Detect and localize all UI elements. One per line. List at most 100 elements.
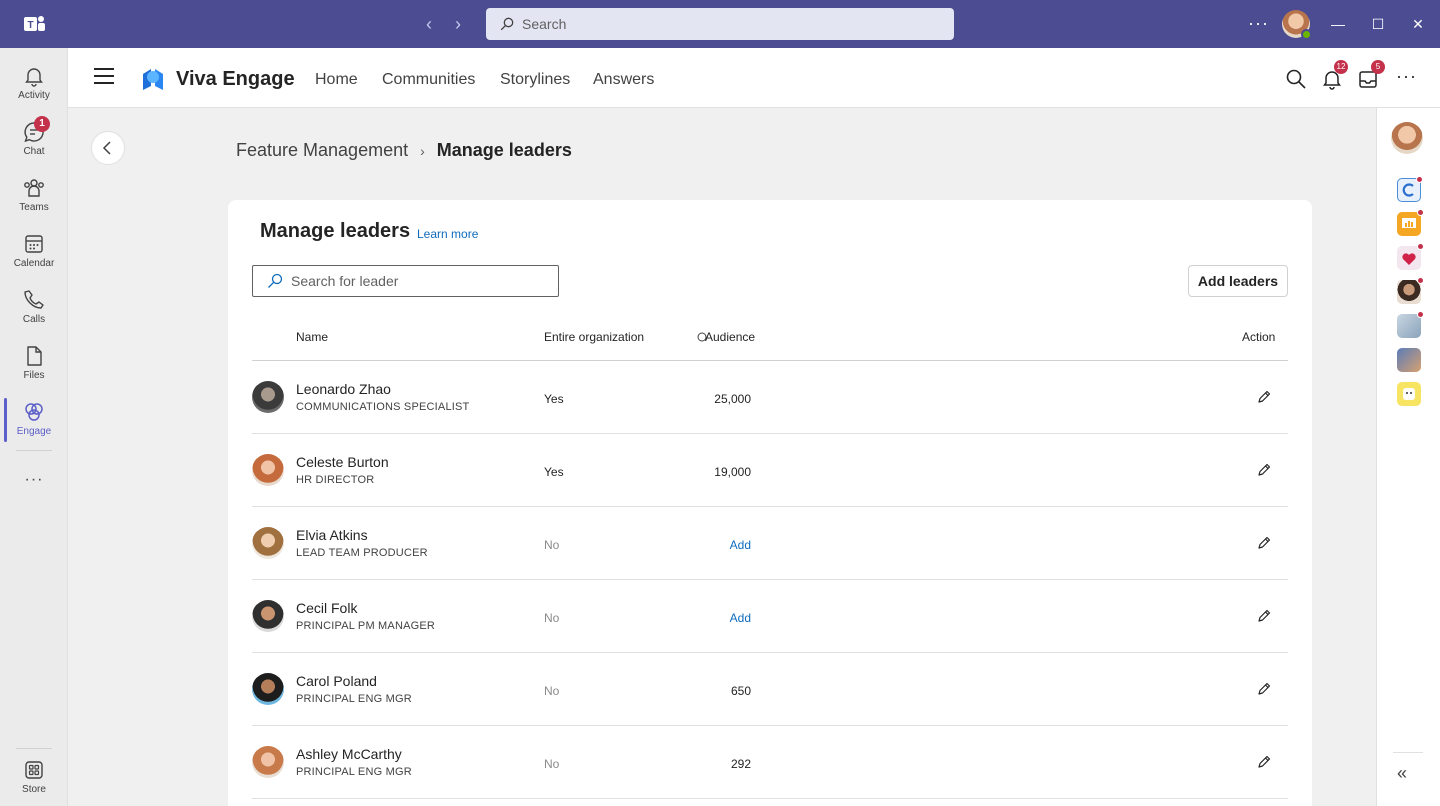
inbox-badge: 5 [1371, 60, 1385, 74]
global-search-input[interactable]: Search [486, 8, 954, 40]
entire-organization-value: No [544, 538, 560, 552]
avatar [252, 454, 284, 486]
entire-organization-value: Yes [544, 465, 564, 479]
engage-icon [25, 403, 43, 421]
add-leaders-button[interactable]: Add leaders [1188, 265, 1288, 297]
photo-app-icon[interactable] [1397, 311, 1424, 338]
rail-label: Calls [22, 314, 46, 325]
sticker-icon [1403, 388, 1415, 400]
rail-divider [16, 748, 52, 749]
leader-search-input[interactable]: Search for leader [252, 265, 559, 297]
leader-name: Leonardo Zhao [296, 381, 391, 397]
app-notification-dot [1417, 311, 1424, 318]
collapse-double-chevron-icon[interactable]: « [1397, 763, 1407, 784]
column-header-audience[interactable]: Audience [705, 330, 755, 344]
nav-answers[interactable]: Answers [593, 71, 654, 89]
nav-communities[interactable]: Communities [382, 71, 475, 89]
leader-name: Cecil Folk [296, 600, 358, 616]
rail-item-chat[interactable]: 1 Chat [0, 112, 68, 168]
avatar [252, 746, 284, 778]
rail-more-button[interactable]: ··· [0, 460, 68, 516]
more-options-icon[interactable]: ··· [1248, 13, 1269, 34]
header-more-icon[interactable]: ··· [1396, 66, 1417, 87]
rail-item-calls[interactable]: Calls [0, 280, 68, 336]
praise-app-icon[interactable] [1397, 243, 1424, 270]
audience-value: 19,000 [714, 465, 751, 479]
add-audience-link[interactable]: Add [652, 611, 751, 625]
audience-value: 292 [730, 757, 751, 771]
edit-pencil-icon[interactable] [1256, 754, 1272, 770]
leader-name: Elvia Atkins [296, 527, 368, 543]
leader-role: COMMUNICATIONS SPECIALIST [296, 401, 470, 413]
minimize-icon[interactable]: — [1328, 14, 1348, 34]
rail-item-activity[interactable]: Activity [0, 56, 68, 112]
edit-pencil-icon[interactable] [1256, 462, 1272, 478]
entire-organization-value: No [544, 757, 560, 771]
store-icon [25, 761, 43, 779]
search-icon[interactable] [1285, 68, 1307, 90]
entire-organization-value: No [544, 611, 560, 625]
heart-icon [1402, 253, 1416, 265]
notifications-badge: 12 [1334, 60, 1348, 74]
calendar-icon [25, 235, 43, 253]
breadcrumb-current: Manage leaders [436, 140, 572, 160]
person-app-avatar[interactable] [1397, 277, 1424, 304]
edit-pencil-icon[interactable] [1256, 681, 1272, 697]
app-notification-dot [1417, 243, 1424, 250]
column-header-name[interactable]: Name [296, 330, 328, 344]
table-row: Carol Poland PRINCIPAL ENG MGR No 650 [252, 653, 1288, 726]
leader-role: PRINCIPAL ENG MGR [296, 766, 412, 778]
leader-search-placeholder: Search for leader [291, 273, 399, 289]
viva-engage-logo-icon [143, 69, 163, 90]
nav-storylines[interactable]: Storylines [500, 71, 570, 89]
rail-item-store[interactable]: Store [0, 750, 68, 806]
table-row: Leonardo Zhao COMMUNICATIONS SPECIALIST … [252, 361, 1288, 434]
add-audience-link[interactable]: Add [652, 538, 751, 552]
breadcrumb-parent[interactable]: Feature Management [236, 140, 408, 161]
chat-badge: 1 [34, 116, 50, 132]
breadcrumb: Feature Management › Manage leaders [236, 140, 572, 161]
edit-pencil-icon[interactable] [1256, 535, 1272, 551]
audience-value: 25,000 [714, 392, 751, 406]
table-row: Celeste Burton HR DIRECTOR Yes 19,000 [252, 434, 1288, 507]
nav-home[interactable]: Home [315, 71, 358, 89]
column-header-action: Action [1242, 330, 1276, 344]
search-icon [268, 273, 283, 288]
back-button[interactable] [91, 131, 125, 165]
bell-icon [25, 68, 43, 87]
entire-organization-value: Yes [544, 392, 564, 406]
search-icon [500, 17, 514, 31]
back-arrow-icon[interactable]: ‹ [419, 14, 439, 34]
profile-avatar[interactable] [1391, 122, 1423, 154]
rail-label: Chat [23, 146, 45, 157]
forward-arrow-icon[interactable]: › [448, 14, 468, 34]
teams-logo-icon: T [24, 16, 45, 31]
maximize-icon[interactable]: ☐ [1368, 14, 1388, 34]
avatar [252, 527, 284, 559]
analytics-app-icon[interactable] [1397, 209, 1424, 236]
app-title: Viva Engage [176, 68, 295, 90]
close-icon[interactable]: ✕ [1408, 14, 1428, 34]
rail-divider [16, 450, 52, 451]
presence-available-icon [1301, 29, 1312, 40]
group-photo-app-icon[interactable] [1397, 348, 1421, 372]
rail-item-engage[interactable]: Engage [0, 392, 68, 448]
rail-item-files[interactable]: Files [0, 336, 68, 392]
rail-item-calendar[interactable]: Calendar [0, 224, 68, 280]
avatar [252, 600, 284, 632]
rail-item-teams[interactable]: Teams [0, 168, 68, 224]
title-bar: T ‹ › Search ··· — ☐ ✕ [0, 0, 1440, 48]
learn-more-link[interactable]: Learn more [417, 227, 478, 241]
edit-pencil-icon[interactable] [1256, 608, 1272, 624]
copilot-app-icon[interactable] [1397, 176, 1423, 202]
app-header: Viva Engage Home Communities Storylines … [68, 48, 1440, 108]
column-header-entire-organization[interactable]: Entire organization [544, 330, 644, 344]
table-row: Cecil Folk PRINCIPAL PM MANAGER No Add [252, 580, 1288, 653]
user-avatar[interactable] [1282, 10, 1312, 40]
avatar [252, 673, 284, 705]
edit-pencil-icon[interactable] [1256, 389, 1272, 405]
menu-icon[interactable] [94, 68, 114, 88]
sticker-app-icon[interactable] [1397, 382, 1421, 406]
presentation-chart-icon [1402, 218, 1416, 228]
phone-icon [24, 290, 44, 309]
